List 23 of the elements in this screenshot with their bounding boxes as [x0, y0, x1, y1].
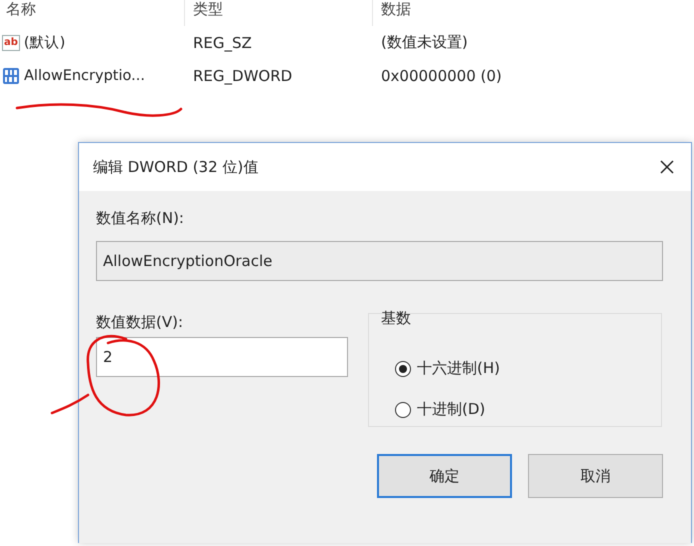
dialog-button[interactable]: 取消 — [528, 454, 663, 498]
text-value-icon: ab — [2, 34, 20, 50]
value-name[interactable]: AllowEncryptio... — [24, 68, 145, 84]
data-field[interactable]: 2 — [96, 337, 348, 377]
name-field[interactable]: AllowEncryptionOracle — [96, 241, 663, 281]
column-header[interactable]: 类型 — [184, 0, 372, 26]
binary-value-icon — [2, 66, 20, 84]
field-label: 数值名称(N): — [96, 209, 185, 229]
column-header[interactable]: 数据 — [372, 0, 694, 26]
radio-option[interactable]: 十进制(D) — [395, 389, 661, 430]
radio-button[interactable] — [395, 360, 411, 376]
value-type: REG_DWORD — [192, 66, 294, 84]
value-name[interactable]: (默认) — [24, 33, 66, 52]
column-header[interactable]: 名称 — [0, 0, 184, 26]
radio-option[interactable]: 十六进制(H) — [395, 348, 661, 389]
value-data: (数值未设置) — [380, 33, 469, 52]
value-data: 0x00000000 (0) — [380, 66, 503, 84]
value-type: REG_SZ — [192, 34, 253, 52]
field-label: 数值数据(V): — [96, 313, 184, 333]
dialog-title: 编辑 DWORD (32 位)值 — [93, 158, 258, 176]
close-icon — [659, 159, 675, 175]
dialog-button[interactable]: 确定 — [377, 454, 512, 498]
radio-button[interactable] — [395, 402, 411, 418]
